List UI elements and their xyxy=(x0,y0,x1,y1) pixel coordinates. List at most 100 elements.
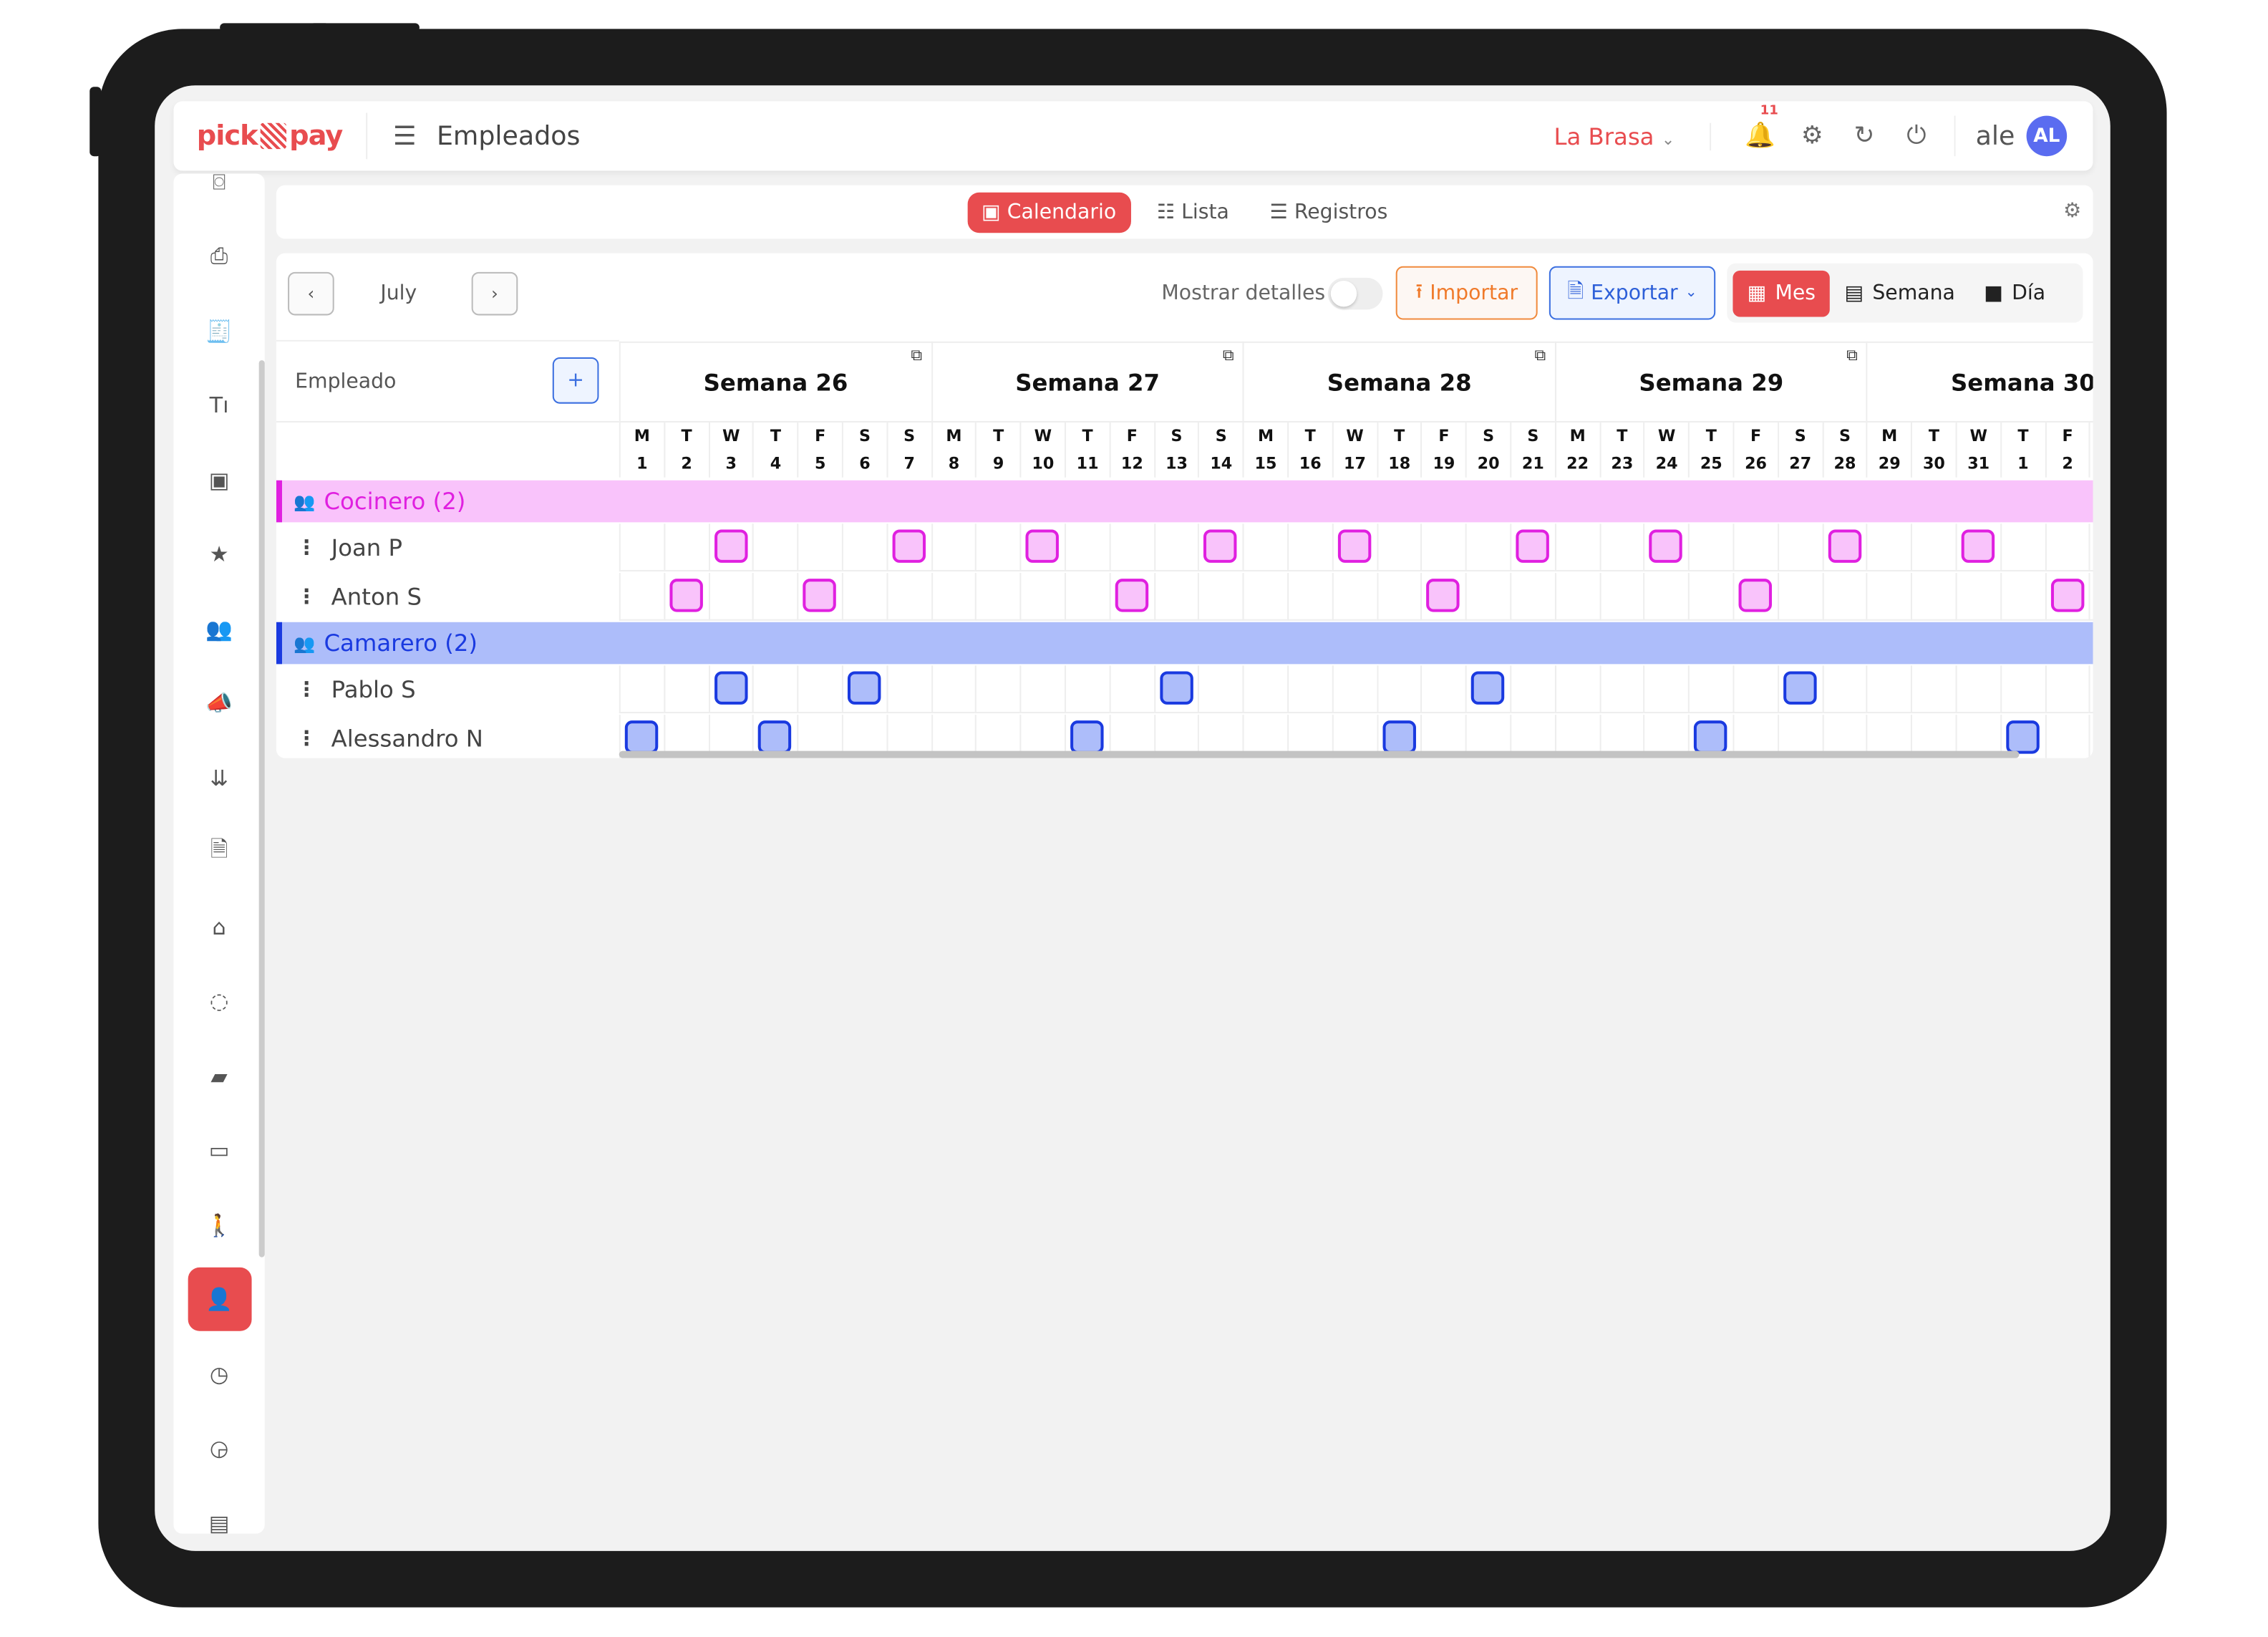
weekday: S xyxy=(1171,427,1183,446)
bell-icon[interactable]: 🔔 11 xyxy=(1734,104,1786,150)
sidebar-item-warehouse[interactable]: ⌂ xyxy=(173,890,264,965)
view-label: Día xyxy=(2012,281,2046,305)
more-vertical-icon[interactable]: ⋮ xyxy=(296,727,316,750)
weekday: M xyxy=(1569,427,1586,446)
day-number: 12 xyxy=(1120,454,1143,473)
sidebar-item-delivery[interactable]: 🚶 xyxy=(173,1188,264,1262)
external-link-icon[interactable]: ⧉ xyxy=(911,346,922,366)
import-label: Importar xyxy=(1430,281,1518,305)
sidebar-item-calendar-star[interactable]: ★ xyxy=(173,517,264,591)
sidebar-item-calendar[interactable]: ▣ xyxy=(173,443,264,517)
view-mes-button[interactable]: ▦ Mes xyxy=(1732,269,1831,317)
sidebar-scrollbar[interactable] xyxy=(258,360,265,1257)
view-semana-button[interactable]: ▤ Semana xyxy=(1830,270,1969,317)
weekday: S xyxy=(1527,427,1539,446)
day-header: T4 xyxy=(752,422,797,478)
weekday: T xyxy=(681,427,692,446)
employee-name: Joan P xyxy=(331,533,403,561)
sidebar-item-store[interactable]: ▤ xyxy=(173,1486,264,1534)
tab-calendario[interactable]: ▣ Calendario xyxy=(966,191,1131,233)
more-vertical-icon[interactable]: ⋮ xyxy=(296,536,316,559)
show-details-toggle[interactable] xyxy=(1327,277,1383,310)
sidebar-item-receipt[interactable]: 🧾 xyxy=(173,294,264,368)
sidebar-item-chart[interactable]: ⇊ xyxy=(173,740,264,815)
users-icon: 👥 xyxy=(294,491,316,512)
avatar: AL xyxy=(2026,115,2068,157)
sidebar-item-table-clock[interactable]: ◷ xyxy=(173,1337,264,1411)
weekday: W xyxy=(1969,427,1987,446)
day-header: S 27 xyxy=(1777,422,1822,478)
weekday: S xyxy=(858,427,871,446)
power-icon[interactable]: ⏻ xyxy=(1890,122,1942,150)
external-link-icon[interactable]: ⧉ xyxy=(1534,346,1546,366)
show-details-label: Mostrar detalles xyxy=(1161,281,1326,306)
weekday: F xyxy=(1126,427,1138,446)
sidebar-item-printer[interactable]: ⎙ xyxy=(173,219,264,294)
sidebar-item-devices[interactable]: ▭ xyxy=(173,1114,264,1188)
hamburger-menu-icon[interactable]: ☰ xyxy=(393,121,417,151)
sidebar-item-camera[interactable]: ⌼ xyxy=(173,173,264,219)
external-link-icon[interactable]: ⧉ xyxy=(1846,346,1858,366)
week-label: Semana 29 xyxy=(1639,368,1784,396)
group-row[interactable]: 👥 Camarero (2) xyxy=(276,622,2093,665)
weekday: T xyxy=(1617,427,1628,446)
prev-month-button[interactable]: ‹ xyxy=(288,271,334,316)
sidebar-item-megaphone[interactable]: 📣 xyxy=(173,666,264,740)
megaphone-icon: 📣 xyxy=(205,690,233,717)
weekday: M xyxy=(946,427,962,446)
store-selector[interactable]: La Brasa ⌄ xyxy=(1554,122,1711,150)
employee-row: ⋮ Alessandro N xyxy=(276,715,2093,758)
weekday: T xyxy=(2017,427,2029,446)
tab-label: Calendario xyxy=(1007,200,1117,224)
export-button[interactable]: 🗎 Exportar ⌄ xyxy=(1549,266,1716,320)
ticket-icon: ▰ xyxy=(210,1063,228,1089)
add-employee-button[interactable]: + xyxy=(552,357,599,404)
next-month-button[interactable]: › xyxy=(471,271,518,316)
chevron-down-icon: ⌄ xyxy=(1661,129,1675,149)
gear-icon[interactable]: ⚙ xyxy=(1786,122,1838,150)
weekday: M xyxy=(634,427,650,446)
sidebar-item-document[interactable]: 🗎 xyxy=(173,815,264,889)
sidebar-item-ticket[interactable]: ▰ xyxy=(173,1039,264,1114)
week-header: Semana 27 ⧉ xyxy=(931,341,1243,422)
sidebar-item-text[interactable]: Tı xyxy=(173,368,264,443)
user-menu[interactable]: ale AL xyxy=(1954,115,2068,157)
calendar-star-icon: ★ xyxy=(209,541,229,568)
weekday: T xyxy=(770,427,782,446)
day-header: S 20 xyxy=(1465,422,1510,478)
weekday: T xyxy=(1928,427,1940,446)
view-label: Semana xyxy=(1872,281,1955,305)
warehouse-icon: ⌂ xyxy=(212,914,226,940)
sidebar-item-users[interactable]: 👥 xyxy=(173,591,264,666)
gear-icon[interactable]: ⚙ xyxy=(2063,200,2081,223)
store-icon: ▤ xyxy=(208,1510,230,1534)
external-link-icon[interactable]: ⧉ xyxy=(1223,346,1234,366)
day-header: M1 xyxy=(619,422,664,478)
tab-lista[interactable]: ☷ Lista xyxy=(1143,192,1244,233)
import-button[interactable]: ⭱ Importar xyxy=(1395,266,1538,320)
day-header: T 11 xyxy=(1065,422,1109,478)
top-header: pick pay ☰ Empleados La Brasa ⌄ 🔔 11 ⚙ ↻ ⏻… xyxy=(173,101,2093,171)
day-header: S 21 xyxy=(1510,422,1554,478)
day-number: 5 xyxy=(814,454,826,473)
employee-row: ⋮ Pablo S xyxy=(276,665,2093,713)
users-icon: 👥 xyxy=(205,616,233,642)
sidebar-item-employee[interactable]: 👤 xyxy=(173,1262,264,1337)
employee-label: ⋮ Joan P xyxy=(276,523,619,571)
refresh-icon[interactable]: ↻ xyxy=(1838,122,1891,150)
day-header: T2 xyxy=(663,422,708,478)
sidebar-item-sync[interactable]: ◌ xyxy=(173,965,264,1039)
view-dia-button[interactable]: ■ Día xyxy=(1969,270,2060,317)
more-vertical-icon[interactable]: ⋮ xyxy=(296,585,316,608)
logo[interactable]: pick pay xyxy=(197,112,367,160)
view-mode-group: ▦ Mes ▤ Semana ■ Día xyxy=(1727,263,2083,323)
sidebar-item-money-clock[interactable]: ◶ xyxy=(173,1411,264,1486)
more-vertical-icon[interactable]: ⋮ xyxy=(296,678,316,701)
day-header: T 30 xyxy=(1911,422,1955,478)
weekday: S xyxy=(1483,427,1495,446)
calendar-week-icon: ▤ xyxy=(1844,281,1864,305)
group-row[interactable]: 👥 Cocinero (2) xyxy=(276,480,2093,523)
day-header: M 29 xyxy=(1866,422,1911,478)
document-icon: 🗎 xyxy=(210,836,228,862)
tab-registros[interactable]: ☰ Registros xyxy=(1255,192,1402,233)
